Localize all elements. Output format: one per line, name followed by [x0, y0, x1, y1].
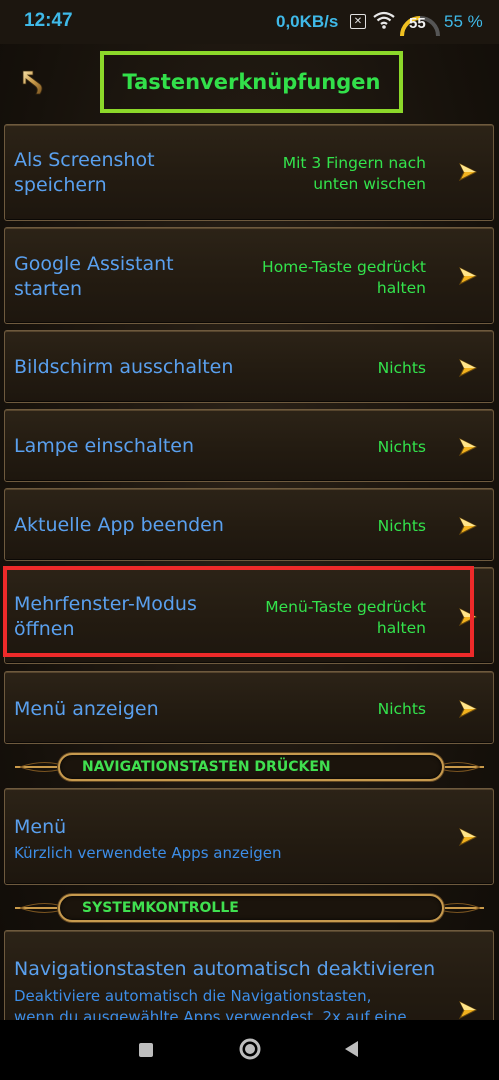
- section-header-navigation: NAVIGATIONSTASTEN DRÜCKEN: [0, 750, 499, 784]
- row-value: Nichts: [377, 359, 426, 377]
- header: Tastenverknüpfungen: [0, 44, 499, 124]
- section-title: SYSTEMKONTROLLE: [58, 894, 444, 922]
- chevron-right-icon: [458, 358, 478, 378]
- row-label-line2: starten: [14, 278, 82, 300]
- back-triangle-icon[interactable]: [342, 1039, 360, 1059]
- chevron-right-icon: [458, 162, 478, 182]
- network-speed: 0,0KB/s: [276, 12, 339, 31]
- row-value: Nichts: [377, 517, 426, 535]
- status-bar: 12:47 0,0KB/s ✕ 55 55 %: [0, 0, 499, 44]
- row-value-line1: Menü-Taste gedrückt: [265, 598, 426, 616]
- list-item-screen-off[interactable]: Bildschirm ausschalten Nichts: [4, 330, 494, 403]
- row-label-line2: öffnen: [14, 618, 75, 640]
- home-circle-icon[interactable]: [238, 1037, 262, 1061]
- section-title: NAVIGATIONSTASTEN DRÜCKEN: [58, 753, 444, 781]
- gauge-value: 55: [409, 15, 426, 32]
- row-value-line1: Mit 3 Fingern nach: [282, 154, 426, 172]
- list-item-menu-key[interactable]: Menü Kürzlich verwendete Apps anzeigen: [4, 788, 494, 885]
- row-subtitle-line1: Deaktiviere automatisch die Navigationst…: [14, 987, 372, 1005]
- row-value-line2: halten: [376, 619, 426, 637]
- row-label: Navigationstasten automatisch deaktivier…: [14, 958, 436, 980]
- row-subtitle: Kürzlich verwendete Apps anzeigen: [14, 844, 282, 862]
- row-value-line2: unten wischen: [313, 175, 426, 193]
- page-title: Tastenverknüpfungen: [122, 70, 381, 94]
- recents-square-icon[interactable]: [139, 1043, 153, 1057]
- row-label: Google Assistant starten: [14, 252, 174, 302]
- status-time: 12:47: [24, 10, 73, 31]
- row-label-line1: Mehrfenster-Modus: [14, 593, 197, 615]
- notification-x-icon: ✕: [350, 14, 366, 29]
- row-value: Home-Taste gedrückt halten: [262, 257, 426, 299]
- row-label-line1: Als Screenshot: [14, 149, 155, 171]
- list-item-screenshot[interactable]: Als Screenshot speichern Mit 3 Fingern n…: [4, 124, 494, 221]
- row-label-line2: speichern: [14, 174, 107, 196]
- chevron-right-icon: [458, 607, 478, 627]
- chevron-right-icon: [458, 437, 478, 457]
- chevron-right-icon: [458, 827, 478, 847]
- row-value-line2: halten: [376, 279, 426, 297]
- wifi-icon: [373, 11, 395, 29]
- chevron-right-icon: [458, 266, 478, 286]
- row-label: Menü: [14, 816, 67, 838]
- list-item-google-assistant[interactable]: Google Assistant starten Home-Taste gedr…: [4, 227, 494, 324]
- back-arrow-icon[interactable]: [20, 68, 46, 96]
- list-item-multi-window[interactable]: Mehrfenster-Modus öffnen Menü-Taste gedr…: [4, 567, 494, 664]
- chevron-right-icon: [458, 699, 478, 719]
- row-label-line1: Google Assistant: [14, 253, 174, 275]
- row-value: Menü-Taste gedrückt halten: [265, 597, 426, 639]
- row-label: Lampe einschalten: [14, 435, 195, 457]
- screen: 12:47 0,0KB/s ✕ 55 55 % Tastenverknüpfun…: [0, 0, 499, 1080]
- list-item-close-app[interactable]: Aktuelle App beenden Nichts: [4, 488, 494, 561]
- row-label: Bildschirm ausschalten: [14, 356, 234, 378]
- row-label: Mehrfenster-Modus öffnen: [14, 592, 197, 642]
- list-item-show-menu[interactable]: Menü anzeigen Nichts: [4, 671, 494, 744]
- system-nav-bar: [0, 1020, 499, 1080]
- row-value: Nichts: [377, 438, 426, 456]
- list-item-flashlight[interactable]: Lampe einschalten Nichts: [4, 409, 494, 482]
- row-value: Mit 3 Fingern nach unten wischen: [283, 153, 426, 195]
- row-label: Als Screenshot speichern: [14, 148, 155, 198]
- row-value-line1: Home-Taste gedrückt: [262, 258, 426, 276]
- chevron-right-icon: [458, 516, 478, 536]
- title-highlight-box: Tastenverknüpfungen: [100, 51, 403, 113]
- battery-percent: 55 %: [444, 12, 483, 31]
- chevron-right-icon: [458, 1000, 478, 1020]
- row-value: Nichts: [377, 700, 426, 718]
- row-label: Menü anzeigen: [14, 698, 159, 720]
- row-label: Aktuelle App beenden: [14, 514, 224, 536]
- section-header-system: SYSTEMKONTROLLE: [0, 891, 499, 925]
